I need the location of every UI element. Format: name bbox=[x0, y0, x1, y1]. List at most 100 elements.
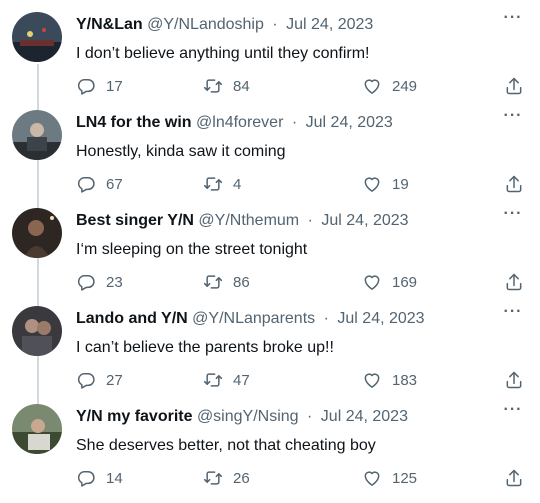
more-icon[interactable]: ··· bbox=[502, 304, 524, 326]
display-name[interactable]: Lando and Y/N bbox=[76, 310, 188, 327]
tweet-date[interactable]: Jul 24, 2023 bbox=[321, 408, 408, 425]
retweet-icon bbox=[203, 468, 223, 488]
share-icon bbox=[504, 272, 524, 292]
reply-button[interactable]: 17 bbox=[76, 76, 123, 96]
tweet-1[interactable]: Y/N&Lan @Y/NLandoship · Jul 24, 2023 ···… bbox=[0, 0, 540, 98]
like-count: 169 bbox=[392, 273, 418, 291]
tweet-date[interactable]: Jul 24, 2023 bbox=[321, 212, 408, 229]
display-name[interactable]: LN4 for the win bbox=[76, 114, 192, 131]
reply-icon bbox=[76, 370, 96, 390]
share-icon bbox=[504, 174, 524, 194]
like-count: 183 bbox=[392, 371, 418, 389]
display-name[interactable]: Y/N&Lan bbox=[76, 16, 143, 33]
display-name[interactable]: Y/N my favorite bbox=[76, 408, 192, 425]
separator-dot: · bbox=[307, 408, 313, 425]
avatar[interactable] bbox=[12, 110, 62, 160]
share-button[interactable] bbox=[504, 272, 524, 292]
tweet-text: I‘m sleeping on the street tonight bbox=[76, 241, 308, 258]
retweet-count: 26 bbox=[233, 469, 250, 487]
tweet-header: Y/N&Lan @Y/NLandoship · Jul 24, 2023 bbox=[76, 15, 373, 35]
reply-count: 27 bbox=[106, 371, 123, 389]
like-button[interactable]: 183 bbox=[362, 370, 417, 390]
more-icon[interactable]: ··· bbox=[502, 10, 524, 32]
tweet-3[interactable]: Best singer Y/N @Y/Nthemum · Jul 24, 202… bbox=[0, 196, 540, 294]
retweet-button[interactable]: 4 bbox=[203, 174, 241, 194]
user-handle[interactable]: @ln4forever bbox=[196, 114, 283, 131]
like-count: 249 bbox=[392, 77, 418, 95]
share-icon bbox=[504, 76, 524, 96]
user-handle[interactable]: @Y/NLandoship bbox=[147, 16, 264, 33]
more-icon[interactable]: ··· bbox=[502, 402, 524, 424]
heart-icon bbox=[362, 272, 382, 292]
reply-count: 23 bbox=[106, 273, 123, 291]
like-button[interactable]: 249 bbox=[362, 76, 417, 96]
tweet-header: LN4 for the win @ln4forever · Jul 24, 20… bbox=[76, 113, 393, 133]
tweet-date[interactable]: Jul 24, 2023 bbox=[286, 16, 373, 33]
tweet-actions: 14 26 125 bbox=[76, 468, 526, 488]
user-handle[interactable]: @singY/Nsing bbox=[197, 408, 299, 425]
reply-button[interactable]: 67 bbox=[76, 174, 123, 194]
retweet-count: 4 bbox=[233, 175, 242, 193]
share-button[interactable] bbox=[504, 370, 524, 390]
user-handle[interactable]: @Y/NLanparents bbox=[192, 310, 315, 327]
tweet-header: Best singer Y/N @Y/Nthemum · Jul 24, 202… bbox=[76, 211, 409, 231]
retweet-count: 86 bbox=[233, 273, 250, 291]
retweet-button[interactable]: 86 bbox=[203, 272, 250, 292]
reply-icon bbox=[76, 174, 96, 194]
reply-count: 67 bbox=[106, 175, 123, 193]
tweet-text: Honestly, kinda saw it coming bbox=[76, 143, 286, 160]
tweet-text: She deserves better, not that cheating b… bbox=[76, 437, 376, 454]
share-button[interactable] bbox=[504, 76, 524, 96]
reply-button[interactable]: 14 bbox=[76, 468, 123, 488]
more-icon[interactable]: ··· bbox=[502, 108, 524, 130]
reply-icon bbox=[76, 76, 96, 96]
avatar[interactable] bbox=[12, 404, 62, 454]
reply-icon bbox=[76, 468, 96, 488]
tweet-4[interactable]: Lando and Y/N @Y/NLanparents · Jul 24, 2… bbox=[0, 294, 540, 392]
like-button[interactable]: 19 bbox=[362, 174, 409, 194]
retweet-count: 84 bbox=[233, 77, 250, 95]
tweet-text: I don’t believe anything until they conf… bbox=[76, 45, 370, 62]
heart-icon bbox=[362, 174, 382, 194]
like-count: 19 bbox=[392, 175, 409, 193]
like-count: 125 bbox=[392, 469, 418, 487]
reply-button[interactable]: 27 bbox=[76, 370, 123, 390]
tweet-text: I can’t believe the parents broke up!! bbox=[76, 339, 334, 356]
heart-icon bbox=[362, 370, 382, 390]
reply-count: 17 bbox=[106, 77, 123, 95]
retweet-button[interactable]: 84 bbox=[203, 76, 250, 96]
tweet-actions: 27 47 183 bbox=[76, 370, 526, 390]
retweet-button[interactable]: 26 bbox=[203, 468, 250, 488]
avatar[interactable] bbox=[12, 306, 62, 356]
tweet-actions: 67 4 19 bbox=[76, 174, 526, 194]
tweet-header: Lando and Y/N @Y/NLanparents · Jul 24, 2… bbox=[76, 309, 425, 329]
separator-dot: · bbox=[307, 212, 313, 229]
tweet-actions: 17 84 249 bbox=[76, 76, 526, 96]
tweet-5[interactable]: Y/N my favorite @singY/Nsing · Jul 24, 2… bbox=[0, 392, 540, 490]
reply-button[interactable]: 23 bbox=[76, 272, 123, 292]
retweet-icon bbox=[203, 76, 223, 96]
heart-icon bbox=[362, 468, 382, 488]
retweet-icon bbox=[203, 370, 223, 390]
separator-dot: · bbox=[272, 16, 278, 33]
retweet-button[interactable]: 47 bbox=[203, 370, 250, 390]
share-button[interactable] bbox=[504, 468, 524, 488]
like-button[interactable]: 169 bbox=[362, 272, 417, 292]
display-name[interactable]: Best singer Y/N bbox=[76, 212, 194, 229]
separator-dot: · bbox=[291, 114, 298, 131]
retweet-icon bbox=[203, 174, 223, 194]
avatar[interactable] bbox=[12, 12, 62, 62]
tweet-date[interactable]: Jul 24, 2023 bbox=[337, 310, 424, 327]
user-handle[interactable]: @Y/Nthemum bbox=[198, 212, 299, 229]
avatar[interactable] bbox=[12, 208, 62, 258]
tweet-actions: 23 86 169 bbox=[76, 272, 526, 292]
retweet-icon bbox=[203, 272, 223, 292]
share-button[interactable] bbox=[504, 174, 524, 194]
tweet-2[interactable]: LN4 for the win @ln4forever · Jul 24, 20… bbox=[0, 98, 540, 196]
like-button[interactable]: 125 bbox=[362, 468, 417, 488]
share-icon bbox=[504, 370, 524, 390]
tweet-date[interactable]: Jul 24, 2023 bbox=[306, 114, 393, 131]
reply-icon bbox=[76, 272, 96, 292]
retweet-count: 47 bbox=[233, 371, 250, 389]
more-icon[interactable]: ··· bbox=[502, 206, 524, 228]
